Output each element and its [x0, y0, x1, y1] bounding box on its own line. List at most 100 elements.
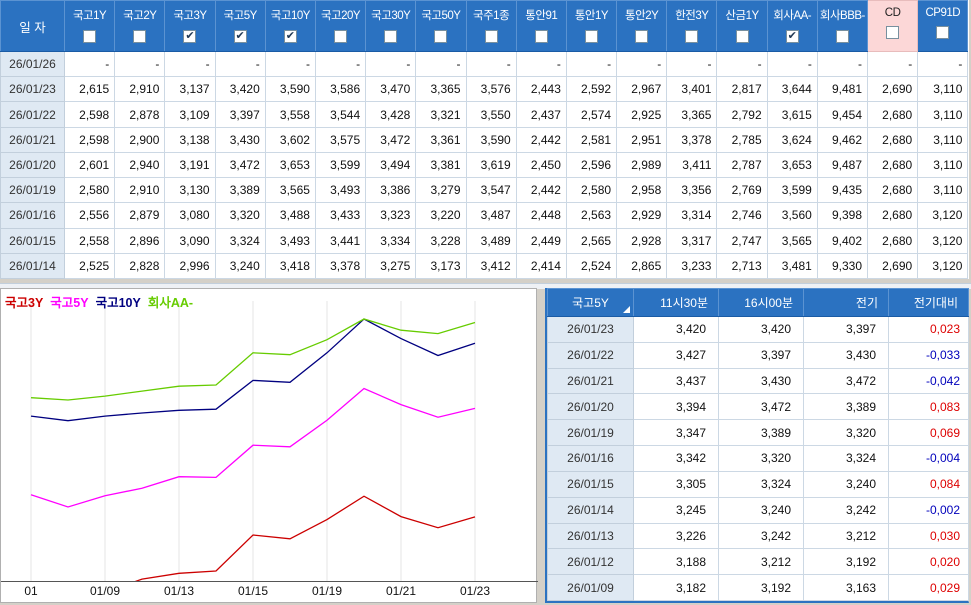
table-row[interactable]: 26/01/16 2,556 2,879 3,080 3,320 3,488 3,433 3,…	[0, 202, 969, 229]
column-checkbox-13[interactable]	[735, 30, 749, 43]
quote-row[interactable]: 26/01/12 3,188 3,212 3,192 0,020	[547, 548, 969, 576]
yield-value-cell: 3,619	[465, 151, 517, 179]
column-checkbox-7[interactable]	[434, 30, 448, 43]
yield-value-cell: 2,442	[515, 177, 567, 204]
yield-value-cell: 2,746	[716, 202, 768, 229]
yield-value-cell: 3,320	[214, 202, 266, 229]
column-checkbox-8[interactable]	[484, 30, 498, 43]
yield-value-cell: 3,361	[415, 126, 467, 153]
sort-indicator-icon	[623, 306, 630, 313]
table-row[interactable]: 26/01/22 2,598 2,878 3,109 3,397 3,558 3,544 3,…	[0, 101, 969, 128]
quote-row[interactable]: 26/01/09 3,182 3,192 3,163 0,029	[547, 574, 969, 601]
quote-1130-cell: 3,437	[633, 367, 719, 395]
table-row[interactable]: 26/01/14 2,525 2,828 2,996 3,240 3,418 3,378 3,…	[0, 252, 969, 280]
table-row[interactable]: 26/01/15 2,558 2,896 3,090 3,324 3,493 3,441 3,…	[0, 227, 969, 254]
yield-value-cell: 3,599	[766, 177, 818, 204]
row-date-cell: 26/01/19	[0, 177, 65, 204]
column-checkbox-0[interactable]	[83, 30, 97, 43]
quote-column-header-3[interactable]: 전기대비	[888, 288, 969, 317]
column-checkbox-17[interactable]	[936, 26, 950, 39]
quote-change-cell: 0,083	[888, 393, 969, 421]
column-label: 국고1Y	[72, 10, 107, 22]
yield-value-cell: -	[114, 50, 166, 78]
yield-value-cell: 2,879	[114, 202, 166, 229]
quote-row[interactable]: 26/01/20 3,394 3,472 3,389 0,083	[547, 393, 969, 421]
quote-date-cell: 26/01/15	[547, 470, 634, 498]
yield-value-cell: 3,401	[666, 76, 718, 103]
quote-row[interactable]: 26/01/15 3,305 3,324 3,240 0,084	[547, 470, 969, 498]
quote-date-cell: 26/01/12	[547, 548, 634, 576]
column-checkbox-1[interactable]	[133, 30, 147, 43]
column-checkbox-4[interactable]: ✔	[283, 30, 297, 43]
yield-value-cell: 3,565	[766, 227, 818, 254]
column-checkbox-9[interactable]	[534, 30, 548, 43]
yield-value-cell: 3,590	[465, 126, 517, 153]
yield-value-cell: -	[415, 50, 467, 78]
column-header-1: 국고2Y	[114, 0, 166, 52]
quote-series-header[interactable]: 국고5Y	[547, 288, 634, 317]
yield-value-cell: 3,110	[917, 76, 969, 103]
quote-date-cell: 26/01/20	[547, 393, 634, 421]
quote-row[interactable]: 26/01/21 3,437 3,430 3,472 -0,042	[547, 367, 969, 395]
yield-value-cell: 3,386	[365, 177, 417, 204]
column-checkbox-11[interactable]	[635, 30, 649, 43]
yield-value-cell: 3,433	[314, 202, 367, 229]
column-checkbox-3[interactable]: ✔	[233, 30, 247, 43]
yield-value-cell: 2,563	[565, 202, 618, 229]
yield-value-cell: 3,494	[365, 151, 417, 179]
quote-table-header-row: 국고5Y 11시30분 16시00분 전기 전기대비	[547, 288, 969, 317]
column-checkbox-14[interactable]: ✔	[785, 30, 799, 43]
quote-1130-cell: 3,342	[633, 445, 719, 472]
column-checkbox-2[interactable]: ✔	[183, 30, 197, 43]
quote-change-cell: 0,069	[888, 419, 969, 447]
quote-series-label: 국고5Y	[572, 296, 609, 310]
yield-value-cell: 9,454	[816, 101, 869, 128]
quote-row[interactable]: 26/01/16 3,342 3,320 3,324 -0,004	[547, 445, 969, 472]
column-label: 국주1종	[473, 10, 510, 22]
quote-column-header-2[interactable]: 전기	[803, 288, 889, 317]
yield-value-cell: 3,240	[214, 252, 266, 280]
yield-value-cell: 2,713	[716, 252, 768, 280]
table-row[interactable]: 26/01/21 2,598 2,900 3,138 3,430 3,602 3,575 3,…	[0, 126, 969, 153]
column-checkbox-16[interactable]	[886, 26, 900, 39]
yield-value-cell: 3,470	[365, 76, 417, 103]
quote-row[interactable]: 26/01/14 3,245 3,240 3,242 -0,002	[547, 496, 969, 524]
table-row[interactable]: 26/01/23 2,615 2,910 3,137 3,420 3,590 3,586 3,…	[0, 76, 969, 103]
quote-row[interactable]: 26/01/23 3,420 3,420 3,397 0,023	[547, 316, 969, 343]
yield-value-cell: 9,462	[816, 126, 869, 153]
yield-value-cell: 2,442	[515, 126, 567, 153]
yield-value-cell: 2,414	[515, 252, 567, 280]
yield-value-cell: 2,680	[866, 177, 919, 204]
yield-value-cell: 2,929	[616, 202, 668, 229]
yield-value-cell: 2,940	[114, 151, 166, 179]
yield-value-cell: 2,989	[616, 151, 668, 179]
column-checkbox-6[interactable]	[384, 30, 398, 43]
quote-row[interactable]: 26/01/19 3,347 3,389 3,320 0,069	[547, 419, 969, 447]
yield-value-cell: 3,080	[164, 202, 216, 229]
yield-value-cell: -	[866, 50, 919, 78]
column-checkbox-10[interactable]	[584, 30, 598, 43]
table-row[interactable]: 26/01/20 2,601 2,940 3,191 3,472 3,653 3,599 3,…	[0, 151, 969, 179]
column-checkbox-15[interactable]	[835, 30, 849, 43]
column-checkbox-12[interactable]	[685, 30, 699, 43]
table-row[interactable]: 26/01/19 2,580 2,910 3,130 3,389 3,565 3,493 3,…	[0, 177, 969, 204]
yield-value-cell: 3,430	[214, 126, 266, 153]
yield-value-cell: 3,493	[314, 177, 367, 204]
quote-column-header-0[interactable]: 11시30분	[633, 288, 719, 317]
yield-value-cell: -	[766, 50, 818, 78]
column-label: 회사AA-	[773, 10, 812, 22]
quote-row[interactable]: 26/01/22 3,427 3,397 3,430 -0,033	[547, 341, 969, 369]
yield-value-cell: 3,279	[415, 177, 467, 204]
legend-item: 회사AA-	[147, 296, 194, 310]
yield-value-cell: 3,220	[415, 202, 467, 229]
yield-value-cell: 3,472	[365, 126, 417, 153]
table-row[interactable]: 26/01/26- - - - - - - - - - - - - - - - - -	[0, 50, 969, 78]
yield-value-cell: -	[616, 50, 668, 78]
yield-value-cell: 3,110	[917, 151, 969, 179]
quote-1600-cell: 3,240	[718, 496, 804, 524]
column-checkbox-5[interactable]	[334, 30, 348, 43]
yield-value-cell: 2,449	[515, 227, 567, 254]
yield-value-cell: 2,680	[866, 202, 919, 229]
quote-column-header-1[interactable]: 16시00분	[718, 288, 804, 317]
quote-row[interactable]: 26/01/13 3,226 3,242 3,212 0,030	[547, 522, 969, 550]
